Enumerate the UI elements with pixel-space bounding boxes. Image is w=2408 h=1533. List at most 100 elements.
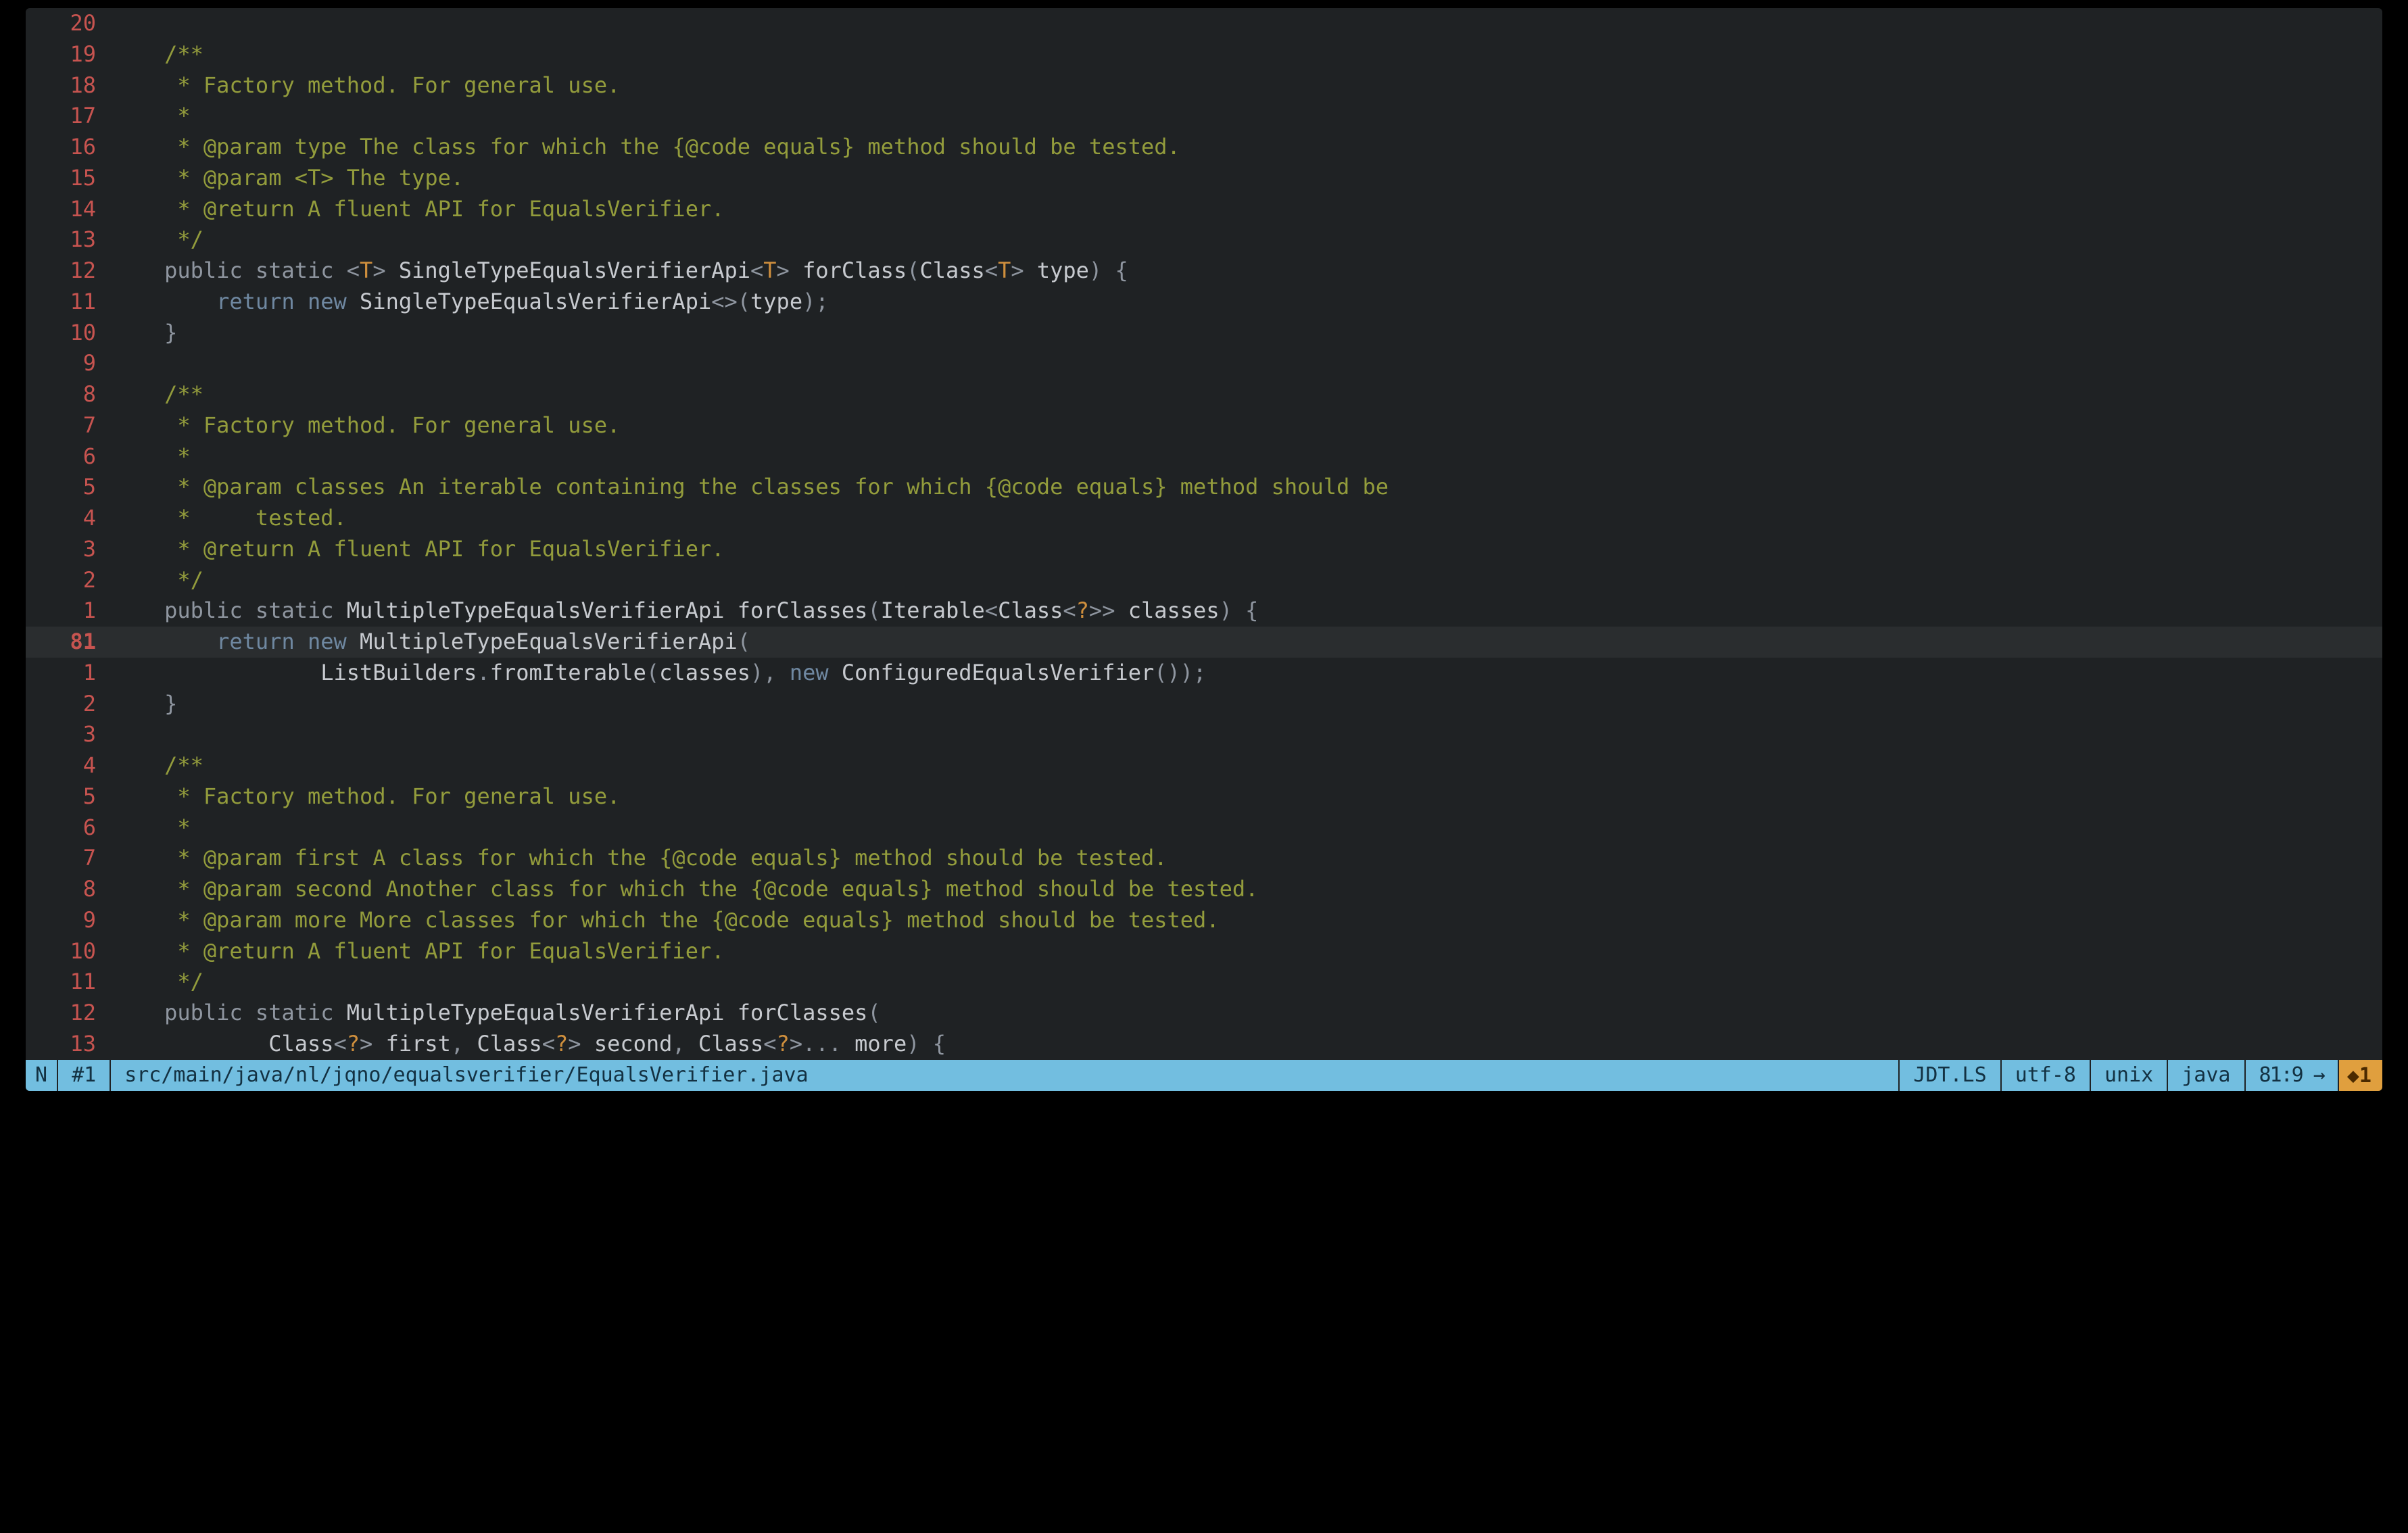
code-line[interactable]: 7 * Factory method. For general use. <box>26 410 2382 441</box>
code-line[interactable]: 18 * Factory method. For general use. <box>26 70 2382 101</box>
status-buffer: #1 <box>58 1060 111 1091</box>
code-line[interactable]: 12 public static MultipleTypeEqualsVerif… <box>26 998 2382 1029</box>
code-line[interactable]: 15 * @param <T> The type. <box>26 163 2382 194</box>
code-line[interactable]: 2 */ <box>26 565 2382 596</box>
code: */ <box>112 224 2382 256</box>
code-line[interactable]: 12 public static <T> SingleTypeEqualsVer… <box>26 256 2382 287</box>
code-line[interactable]: 9 <box>26 348 2382 379</box>
gutter: 7 <box>26 410 112 441</box>
code: return new MultipleTypeEqualsVerifierApi… <box>112 627 2382 658</box>
code-line[interactable]: 6 * <box>26 441 2382 472</box>
code: * @param more More classes for which the… <box>112 905 2382 936</box>
status-diagnostics-warn[interactable]: ◆1 <box>2339 1060 2382 1091</box>
code-line[interactable]: 13 Class<?> first, Class<?> second, Clas… <box>26 1029 2382 1060</box>
gutter: 3 <box>26 534 112 565</box>
code-line[interactable]: 3 <box>26 719 2382 750</box>
code-line[interactable]: 1 public static MultipleTypeEqualsVerifi… <box>26 595 2382 627</box>
code: public static MultipleTypeEqualsVerifier… <box>112 998 2382 1029</box>
code-line[interactable]: 10 } <box>26 318 2382 349</box>
gutter: 11 <box>26 967 112 998</box>
code: public static MultipleTypeEqualsVerifier… <box>112 595 2382 627</box>
code: * Factory method. For general use. <box>112 70 2382 101</box>
code-line[interactable]: 20 <box>26 8 2382 39</box>
code: * tested. <box>112 503 2382 534</box>
gutter: 12 <box>26 998 112 1029</box>
code-line[interactable]: 3 * @return A fluent API for EqualsVerif… <box>26 534 2382 565</box>
gutter: 13 <box>26 1029 112 1060</box>
code-line[interactable]: 5 * Factory method. For general use. <box>26 781 2382 812</box>
status-lsp: JDT.LS <box>1900 1060 2001 1091</box>
code: /** <box>112 379 2382 410</box>
gutter: 5 <box>26 781 112 812</box>
gutter: 6 <box>26 812 112 844</box>
code: /** <box>112 39 2382 70</box>
code-line[interactable]: 13 */ <box>26 224 2382 256</box>
code: * @param <T> The type. <box>112 163 2382 194</box>
status-filetype: java <box>2168 1060 2245 1091</box>
editor-view[interactable]: 20 19 /** 18 * Factory method. For gener… <box>26 8 2382 1091</box>
code: Class<?> first, Class<?> second, Class<?… <box>112 1029 2382 1060</box>
gutter: 4 <box>26 750 112 781</box>
gutter: 18 <box>26 70 112 101</box>
code-line[interactable]: 8 * @param second Another class for whic… <box>26 874 2382 905</box>
code: } <box>112 689 2382 720</box>
code: * @param classes An iterable containing … <box>112 472 2382 503</box>
status-mode: N <box>26 1060 58 1091</box>
status-fileformat: unix <box>2091 1060 2168 1091</box>
code-line[interactable]: 19 /** <box>26 39 2382 70</box>
code: public static <T> SingleTypeEqualsVerifi… <box>112 256 2382 287</box>
code-line[interactable]: 11 */ <box>26 967 2382 998</box>
code: * <box>112 101 2382 132</box>
gutter: 20 <box>26 8 112 39</box>
code: */ <box>112 565 2382 596</box>
code-line[interactable]: 11 return new SingleTypeEqualsVerifierAp… <box>26 287 2382 318</box>
code: * @return A fluent API for EqualsVerifie… <box>112 936 2382 967</box>
status-encoding: utf-8 <box>2002 1060 2091 1091</box>
code: * Factory method. For general use. <box>112 410 2382 441</box>
gutter: 15 <box>26 163 112 194</box>
code: * @param second Another class for which … <box>112 874 2382 905</box>
gutter: 8 <box>26 379 112 410</box>
gutter: 11 <box>26 287 112 318</box>
code-line-current[interactable]: 81 return new MultipleTypeEqualsVerifier… <box>26 627 2382 658</box>
code: ListBuilders.fromIterable(classes), new … <box>112 658 2382 689</box>
status-filepath: src/main/java/nl/jqno/equalsverifier/Equ… <box>111 1060 1900 1091</box>
code-line[interactable]: 9 * @param more More classes for which t… <box>26 905 2382 936</box>
gutter: 10 <box>26 936 112 967</box>
gutter-absolute: 81 <box>26 627 112 658</box>
gutter: 1 <box>26 595 112 627</box>
status-position: 81:9 → <box>2246 1060 2339 1091</box>
gutter: 9 <box>26 905 112 936</box>
code-line[interactable]: 1 ListBuilders.fromIterable(classes), ne… <box>26 658 2382 689</box>
gutter: 5 <box>26 472 112 503</box>
code-line[interactable]: 4 * tested. <box>26 503 2382 534</box>
gutter: 4 <box>26 503 112 534</box>
gutter: 1 <box>26 658 112 689</box>
code-line[interactable]: 6 * <box>26 812 2382 844</box>
code <box>112 719 2382 750</box>
code: * Factory method. For general use. <box>112 781 2382 812</box>
code <box>112 348 2382 379</box>
gutter: 3 <box>26 719 112 750</box>
code: */ <box>112 967 2382 998</box>
code-line[interactable]: 2 } <box>26 689 2382 720</box>
code <box>112 8 2382 39</box>
code-line[interactable]: 7 * @param first A class for which the {… <box>26 843 2382 874</box>
code-line[interactable]: 14 * @return A fluent API for EqualsVeri… <box>26 194 2382 225</box>
code-line[interactable]: 17 * <box>26 101 2382 132</box>
code: * <box>112 812 2382 844</box>
code: * <box>112 441 2382 472</box>
gutter: 10 <box>26 318 112 349</box>
gutter: 6 <box>26 441 112 472</box>
code: * @return A fluent API for EqualsVerifie… <box>112 534 2382 565</box>
code-line[interactable]: 16 * @param type The class for which the… <box>26 132 2382 163</box>
code-line[interactable]: 5 * @param classes An iterable containin… <box>26 472 2382 503</box>
code: /** <box>112 750 2382 781</box>
code-area[interactable]: 20 19 /** 18 * Factory method. For gener… <box>26 8 2382 1060</box>
code: } <box>112 318 2382 349</box>
code-line[interactable]: 10 * @return A fluent API for EqualsVeri… <box>26 936 2382 967</box>
code-line[interactable]: 4 /** <box>26 750 2382 781</box>
code-line[interactable]: 8 /** <box>26 379 2382 410</box>
gutter: 13 <box>26 224 112 256</box>
statusbar: N #1 src/main/java/nl/jqno/equalsverifie… <box>26 1060 2382 1091</box>
